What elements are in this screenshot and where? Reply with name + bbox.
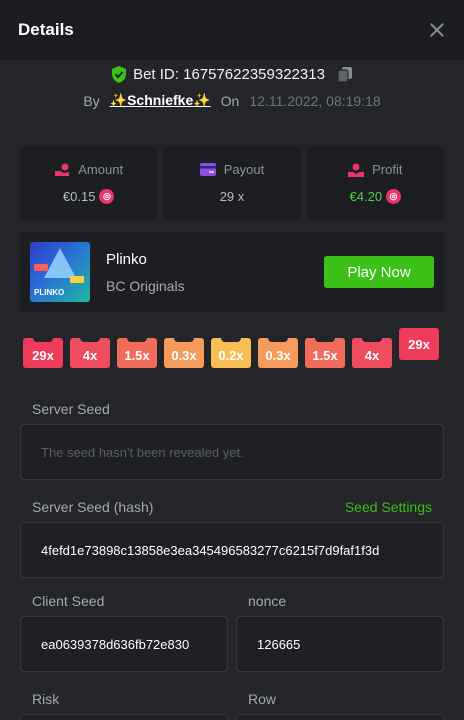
user-link[interactable]: ✨Schniefke✨: [110, 92, 211, 109]
payout-value: 29 x: [219, 189, 245, 204]
multiplier-row: 29x 4x 1.5x 0.3x 0.2x 0.3x 1.5x 4x 29x: [23, 328, 443, 370]
shield-check-icon: [112, 66, 127, 83]
game-name: Plinko: [106, 250, 147, 268]
game-thumbnail[interactable]: PLINKO: [30, 242, 90, 302]
coin-icon: ◎: [99, 189, 115, 204]
multiplier-chip: 0.3x: [164, 338, 204, 368]
seed-settings-link[interactable]: Seed Settings: [345, 499, 432, 515]
multiplier-chip: 1.5x: [117, 338, 157, 368]
profit-value: €4.20: [349, 189, 383, 204]
game-provider: BC Originals: [106, 277, 185, 294]
card-icon: [199, 163, 216, 176]
sparkle-icon: ✨: [193, 92, 211, 108]
play-now-button[interactable]: Play Now: [324, 256, 434, 288]
multiplier-chip: 1.5x: [305, 338, 345, 368]
page-title: Details: [18, 20, 74, 39]
thumbnail-title: PLINKO: [34, 288, 65, 297]
sparkle-icon: ✨: [109, 92, 128, 108]
payout-stat: Payout 29 x: [163, 146, 301, 220]
bet-id: Bet ID: 16757622359322313: [133, 66, 325, 83]
multiplier-chip: 4x: [352, 338, 392, 368]
close-icon[interactable]: [428, 21, 446, 39]
multiplier-chip: 29x: [399, 328, 439, 360]
multiplier-tag-icon: [70, 276, 84, 283]
server-seed-label: Server Seed: [32, 401, 110, 417]
bet-stats: Amount €0.15 ◎ Payout 29 x Profit €4.20 …: [20, 146, 444, 220]
multiplier-chip: 0.3x: [258, 338, 298, 368]
risk-label: Risk: [32, 691, 60, 707]
copy-icon[interactable]: [337, 66, 353, 83]
multiplier-chip: 0.2x: [211, 338, 251, 368]
amount-label: Amount: [78, 162, 124, 177]
risk-field[interactable]: [20, 714, 228, 720]
coin-icon: ◎: [386, 189, 402, 204]
row-field[interactable]: [236, 714, 444, 720]
multiplier-tag-icon: [34, 264, 48, 271]
bet-author-row: By ✨Schniefke✨ On 12.11.2022, 08:19:18: [0, 92, 464, 109]
multiplier-chip: 29x: [23, 338, 63, 368]
profit-hand-icon: [348, 163, 365, 177]
pyramid-icon: [44, 248, 76, 278]
client-seed-field[interactable]: ea0639378d636fb72e830: [20, 616, 228, 672]
nonce-label: nonce: [248, 593, 287, 609]
nonce-field[interactable]: 126665: [236, 616, 444, 672]
multiplier-chip: 4x: [70, 338, 110, 368]
bet-id-row: Bet ID: 16757622359322313: [0, 66, 464, 83]
amount-stat: Amount €0.15 ◎: [20, 146, 158, 220]
client-seed-label: Client Seed: [32, 593, 105, 609]
payout-label: Payout: [223, 162, 265, 177]
server-hash-label: Server Seed (hash): [32, 499, 154, 515]
server-hash-field[interactable]: 4fefd1e73898c13858e3ea345496583277c6215f…: [20, 522, 444, 578]
bet-timestamp: 12.11.2022, 08:19:18: [249, 92, 381, 109]
profit-label: Profit: [372, 162, 403, 177]
coins-hand-icon: [55, 163, 70, 176]
details-header: Details: [0, 0, 464, 60]
by-label: By: [83, 92, 100, 109]
row-label: Row: [248, 691, 277, 707]
profit-stat: Profit €4.20 ◎: [306, 146, 444, 220]
user-name: Schniefke: [127, 92, 194, 108]
server-seed-field[interactable]: The seed hasn't been revealed yet.: [20, 424, 444, 480]
game-card: PLINKO Plinko BC Originals Play Now: [20, 232, 444, 312]
on-label: On: [220, 92, 240, 109]
amount-value: €0.15: [62, 189, 96, 204]
